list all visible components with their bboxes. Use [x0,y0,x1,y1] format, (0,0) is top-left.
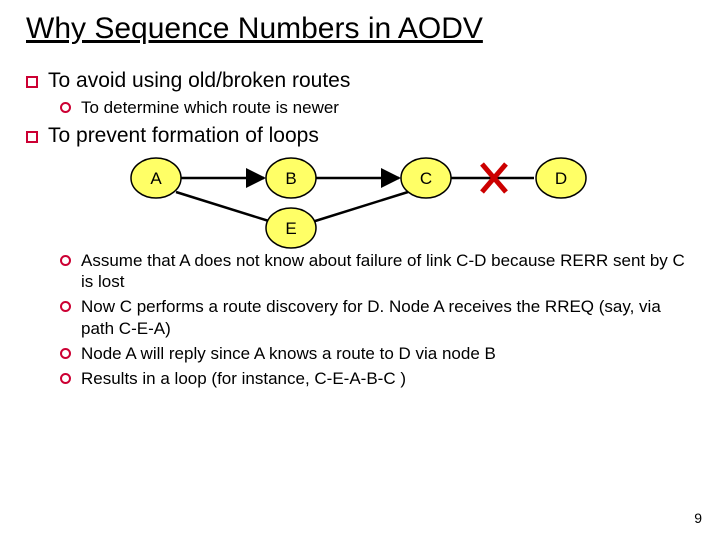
edge-C-E [312,192,408,222]
node-label: E [285,219,296,238]
square-bullet-icon [26,131,38,143]
bullet-text: To avoid using old/broken routes [48,69,694,93]
bullet-prevent-loops: To prevent formation of loops [26,124,694,148]
node-B: B [266,158,316,198]
bullet-text: To prevent formation of loops [48,124,694,148]
node-label: C [420,169,432,188]
node-label: B [285,169,296,188]
bullet-determine-newer: To determine which route is newer [60,97,694,118]
loop-diagram: A B C D E [26,150,694,260]
circle-bullet-icon [60,301,71,312]
node-D: D [536,158,586,198]
slide: Why Sequence Numbers in AODV To avoid us… [0,0,720,540]
circle-bullet-icon [60,373,71,384]
node-A: A [131,158,181,198]
bullet-text: Node A will reply since A knows a route … [81,343,694,364]
diagram-svg: A B C D E [26,150,686,260]
node-C: C [401,158,451,198]
node-label: A [150,169,162,188]
bullet-results-loop: Results in a loop (for instance, C-E-A-B… [60,368,694,389]
circle-bullet-icon [60,348,71,359]
square-bullet-icon [26,76,38,88]
node-E: E [266,208,316,248]
bullet-node-a-reply: Node A will reply since A knows a route … [60,343,694,364]
node-label: D [555,169,567,188]
bullet-text: Now C performs a route discovery for D. … [81,296,694,339]
bullet-text: Results in a loop (for instance, C-E-A-B… [81,368,694,389]
bullet-route-discovery: Now C performs a route discovery for D. … [60,296,694,339]
bullet-text: To determine which route is newer [81,97,694,118]
edge-A-E [176,192,272,222]
bullet-avoid-old-routes: To avoid using old/broken routes [26,69,694,93]
circle-bullet-icon [60,102,71,113]
slide-title: Why Sequence Numbers in AODV [26,12,694,51]
page-number: 9 [694,510,702,526]
